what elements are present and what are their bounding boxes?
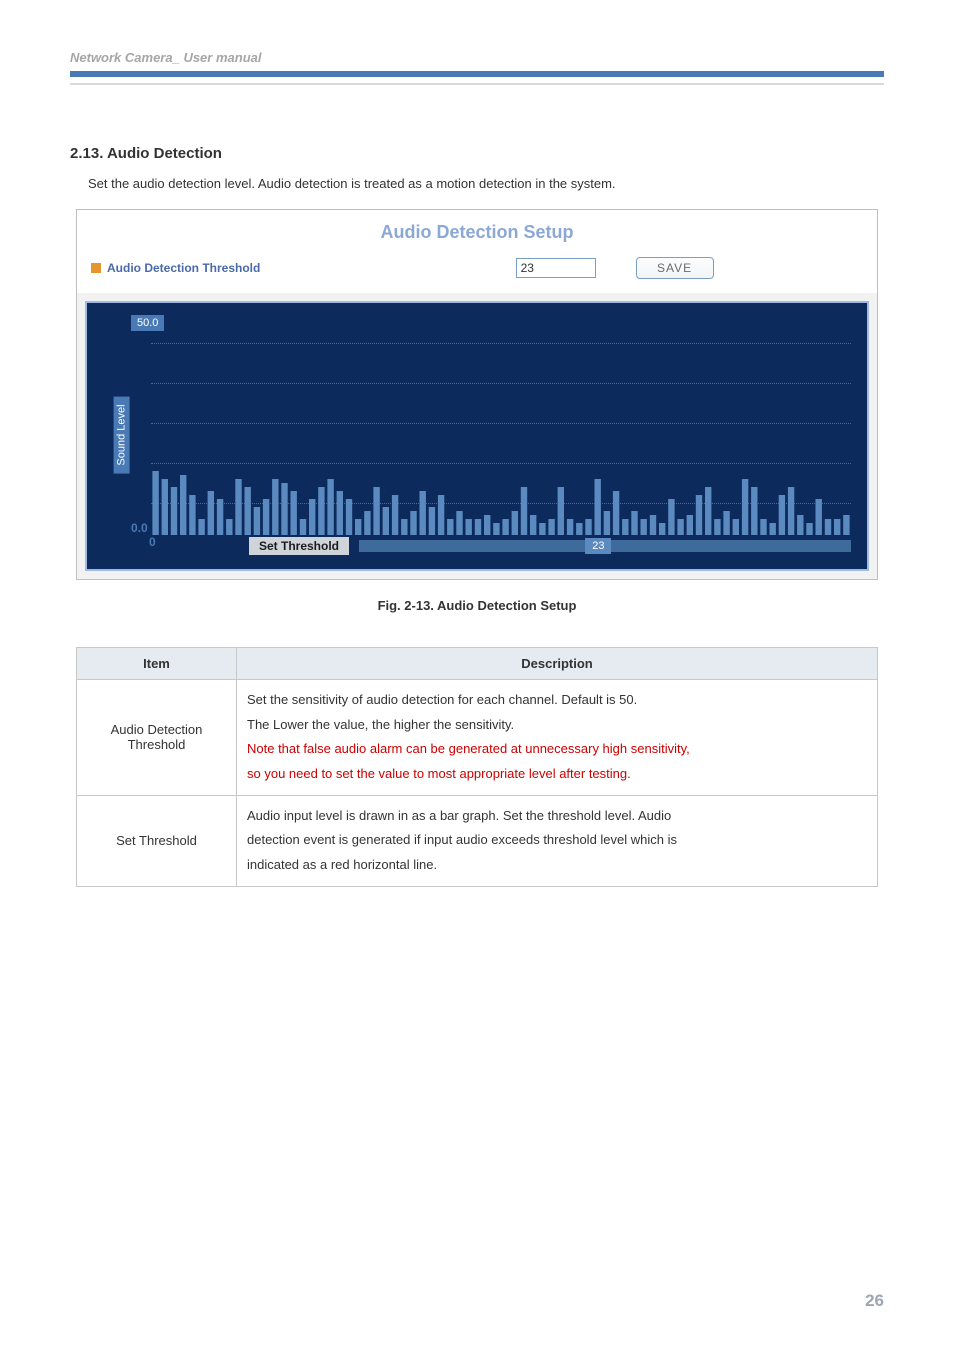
desc-line: Set the sensitivity of audio detection f… <box>247 688 867 713</box>
cell-item-1: Audio Detection Threshold <box>77 680 237 796</box>
bullet-icon <box>91 263 101 273</box>
cell-item-2: Set Threshold <box>77 795 237 886</box>
doc-header-title: Network Camera_ User manual <box>70 50 884 71</box>
desc-line: indicated as a red horizontal line. <box>247 853 867 878</box>
panel-title: Audio Detection Setup <box>77 210 877 257</box>
save-button[interactable]: SAVE <box>636 257 714 279</box>
y-axis-label: Sound Level <box>114 396 130 473</box>
threshold-row: Audio Detection Threshold SAVE <box>77 257 877 293</box>
y-max-label: 50.0 <box>131 315 164 331</box>
page-number: 26 <box>865 1291 884 1311</box>
table-row: Set Threshold Audio input level is drawn… <box>77 795 878 886</box>
desc-line: The Lower the value, the higher the sens… <box>247 713 867 738</box>
desc-line-warning: Note that false audio alarm can be gener… <box>247 737 867 762</box>
threshold-scale-bar[interactable]: 23 <box>359 540 851 552</box>
figure-caption: Fig. 2-13. Audio Detection Setup <box>70 598 884 613</box>
th-description: Description <box>237 648 878 680</box>
cell-desc-1: Set the sensitivity of audio detection f… <box>237 680 878 796</box>
description-table: Item Description Audio Detection Thresho… <box>76 647 878 887</box>
y-zero-label: 0.0 <box>131 521 148 535</box>
set-threshold-label: Set Threshold <box>249 537 349 555</box>
desc-line: Audio input level is drawn in as a bar g… <box>247 804 867 829</box>
cell-desc-2: Audio input level is drawn in as a bar g… <box>237 795 878 886</box>
th-item: Item <box>77 648 237 680</box>
section-heading: 2.13. Audio Detection <box>70 145 884 162</box>
bar-chart-svg <box>151 335 851 535</box>
audio-detection-panel: Audio Detection Setup Audio Detection Th… <box>76 209 878 580</box>
sound-level-chart: 50.0 Sound Level 0.0 0 Set Threshold 23 <box>85 301 869 571</box>
desc-line: detection event is generated if input au… <box>247 828 867 853</box>
table-row: Audio Detection Threshold Set the sensit… <box>77 680 878 796</box>
threshold-label-text: Audio Detection Threshold <box>107 261 260 275</box>
section-intro: Set the audio detection level. Audio det… <box>88 176 884 191</box>
threshold-label: Audio Detection Threshold <box>91 261 516 275</box>
header-rule <box>70 71 884 77</box>
header-thin-rule <box>70 83 884 85</box>
threshold-axis: Set Threshold 23 <box>249 535 851 557</box>
threshold-input[interactable] <box>516 258 596 278</box>
threshold-marker[interactable]: 23 <box>585 538 611 554</box>
desc-line-warning: so you need to set the value to most app… <box>247 762 867 787</box>
x-zero-label: 0 <box>149 535 156 549</box>
